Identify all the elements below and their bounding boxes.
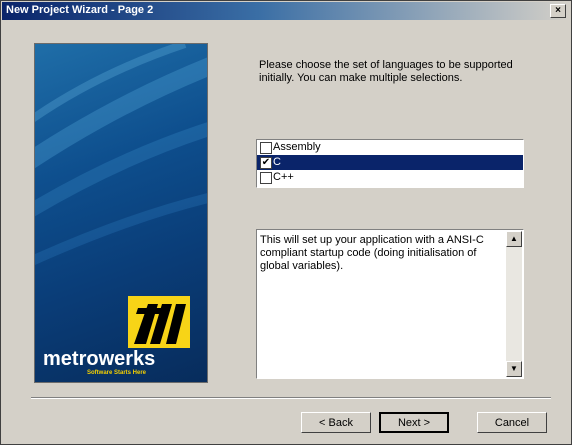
assembly-checkbox[interactable] [260,142,272,154]
c-checkbox[interactable]: ✔ [260,157,272,169]
cancel-button[interactable]: Cancel [477,412,547,433]
cpp-checkbox[interactable] [260,172,272,184]
close-button[interactable]: × [550,4,566,18]
language-label: C++ [273,171,294,183]
language-label: Assembly [273,141,321,153]
description-scrollbar[interactable]: ▲ ▼ [506,231,522,377]
scroll-down-icon[interactable]: ▼ [506,361,522,377]
language-item-assembly[interactable]: Assembly [257,140,523,155]
language-list[interactable]: Assembly ✔ C C++ [256,139,524,188]
metrowerks-logo-icon [128,296,190,348]
scroll-up-icon[interactable]: ▲ [506,231,522,247]
title-bar: New Project Wizard - Page 2 × [2,2,570,20]
description-text: This will set up your application with a… [260,234,484,272]
description-box[interactable]: This will set up your application with a… [256,229,524,379]
brand-tagline: Software Starts Here [87,370,147,376]
language-item-cpp[interactable]: C++ [257,170,523,185]
language-label: C [273,156,281,168]
back-button[interactable]: < Back [301,412,371,433]
wizard-window: New Project Wizard - Page 2 × metrowerks… [0,0,572,445]
instruction-text: Please choose the set of languages to be… [259,59,513,84]
language-item-c[interactable]: ✔ C [257,155,523,170]
button-separator [31,397,551,399]
window-title: New Project Wizard - Page 2 [6,4,154,16]
metrowerks-banner: metrowerks Software Starts Here [34,43,208,383]
next-button[interactable]: Next > [379,412,449,433]
brand-name: metrowerks [43,348,156,370]
